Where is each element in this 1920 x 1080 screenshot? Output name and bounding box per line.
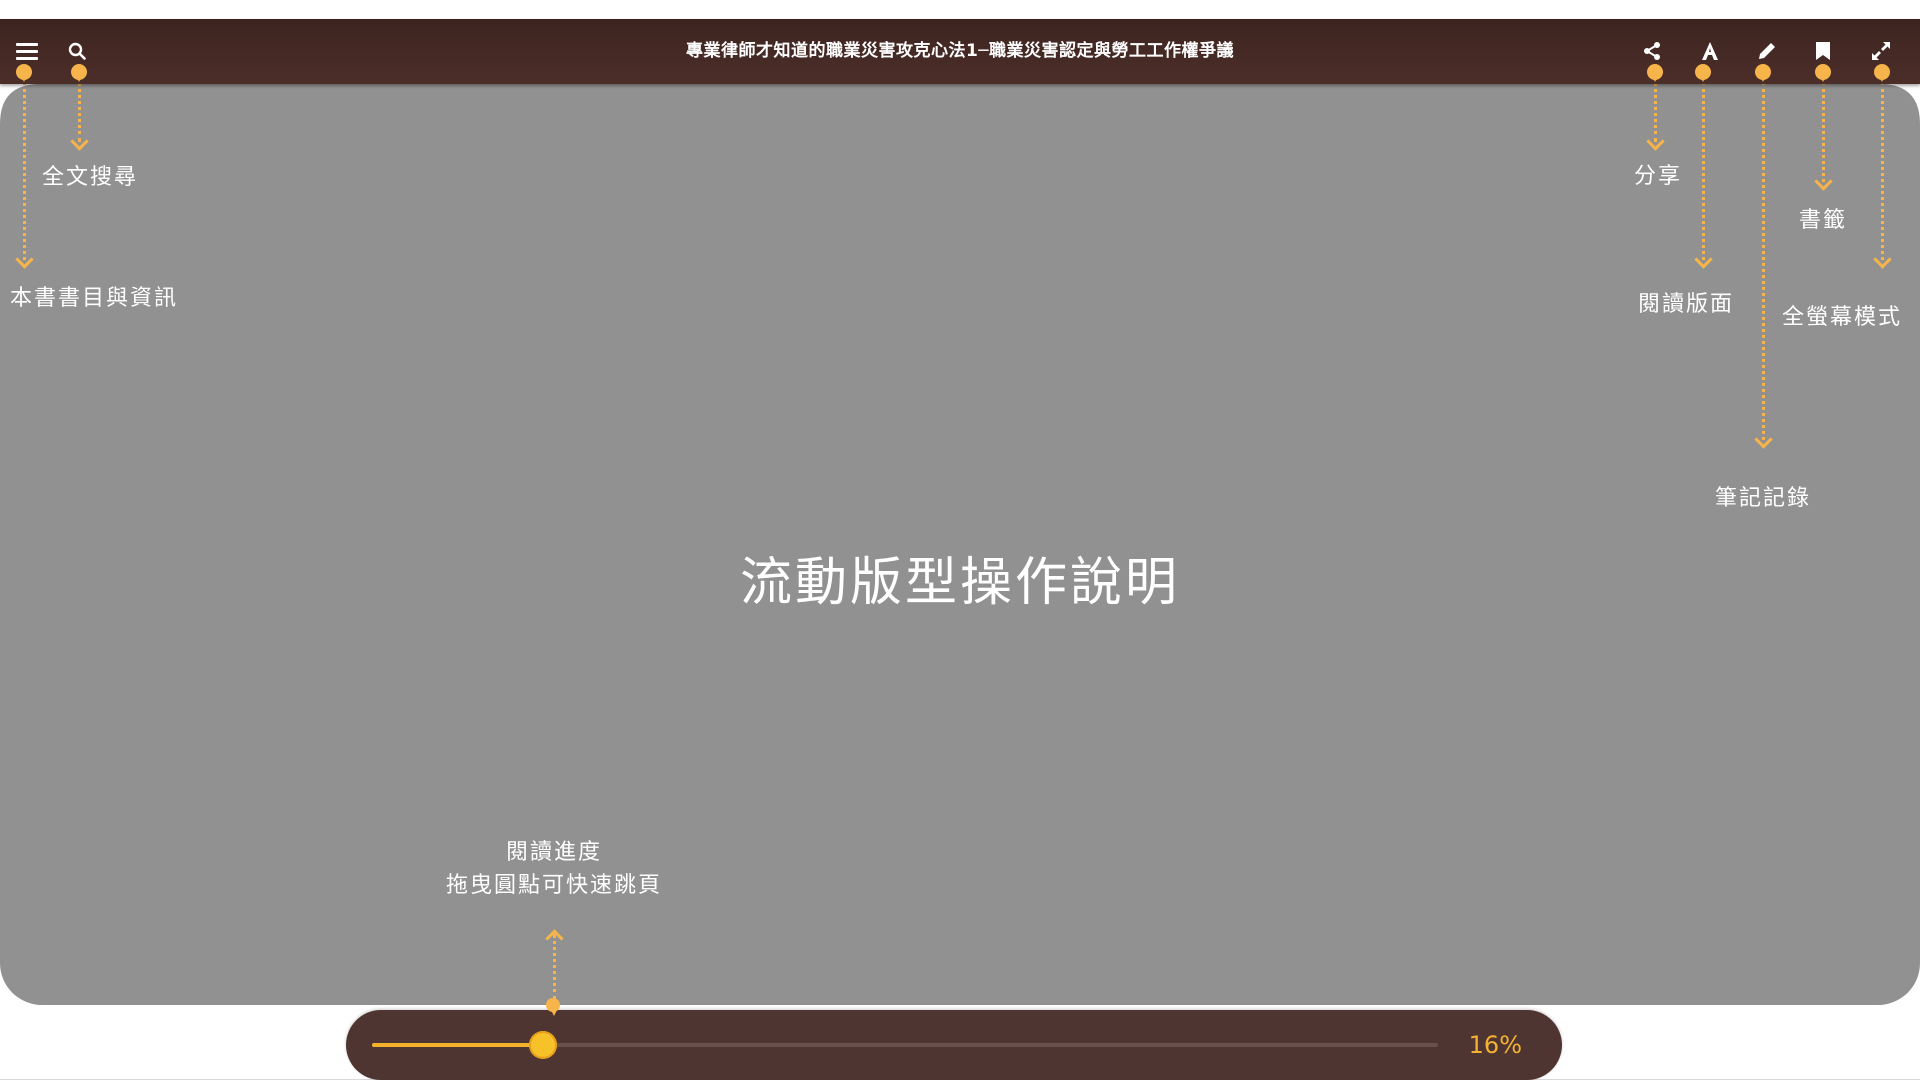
progress-hint-label: 閱讀進度 拖曳圓點可快速跳頁 — [434, 836, 674, 902]
menu-hint-label: 本書書目與資訊 — [10, 286, 179, 311]
menu-hint-line — [23, 82, 26, 260]
notes-hint-label: 筆記記錄 — [1715, 486, 1812, 511]
pencil-icon — [1759, 43, 1775, 59]
font-settings-button[interactable] — [1688, 29, 1732, 73]
search-icon — [68, 42, 86, 60]
search-hint-label: 全文搜尋 — [42, 165, 139, 190]
fullscreen-hint-line — [1881, 82, 1884, 260]
share-icon — [1644, 42, 1660, 60]
guide-title: 流動版型操作說明 — [739, 553, 1180, 613]
layout-hint-label: 閱讀版面 — [1638, 292, 1735, 317]
share-hint-label: 分享 — [1634, 164, 1683, 189]
menu-hint-dot — [16, 64, 32, 82]
progress-hint-label-line2: 拖曳圓點可快速跳頁 — [445, 873, 662, 898]
progress-slider-handle[interactable] — [529, 1031, 557, 1059]
font-size-icon — [1702, 42, 1718, 60]
share-hint-dot — [1647, 64, 1663, 82]
fullscreen-hint-label: 全螢幕模式 — [1782, 305, 1903, 330]
reader-page: 專業律師才知道的職業災害攻克心法1─職業災害認定與勞工工作權爭議 流動版型操作說… — [0, 0, 1920, 1080]
progress-fill — [372, 1043, 543, 1047]
bookmark-hint-label: 書籤 — [1799, 208, 1848, 233]
progress-percent: 16% — [1468, 1031, 1522, 1059]
search-hint-dot — [71, 64, 87, 82]
layout-hint-line — [1702, 82, 1705, 260]
bookmark-icon — [1816, 42, 1830, 60]
layout-hint-dot — [1695, 64, 1711, 82]
notes-hint-line — [1762, 82, 1765, 440]
progress-hint-line — [553, 934, 556, 1000]
reading-progress-bar: 16% — [346, 1010, 1562, 1080]
expand-icon — [1872, 42, 1890, 60]
hamburger-menu-icon — [16, 43, 38, 60]
progress-hint-label-line1: 閱讀進度 — [505, 840, 602, 865]
top-toolbar: 專業律師才知道的職業災害攻克心法1─職業災害認定與勞工工作權爭議 — [0, 19, 1920, 84]
notes-hint-dot — [1755, 64, 1771, 82]
bookmark-hint-dot — [1815, 64, 1831, 82]
fullscreen-hint-dot — [1874, 64, 1890, 82]
bookmark-hint-line — [1822, 82, 1825, 182]
progress-hint-dot — [546, 998, 560, 1016]
